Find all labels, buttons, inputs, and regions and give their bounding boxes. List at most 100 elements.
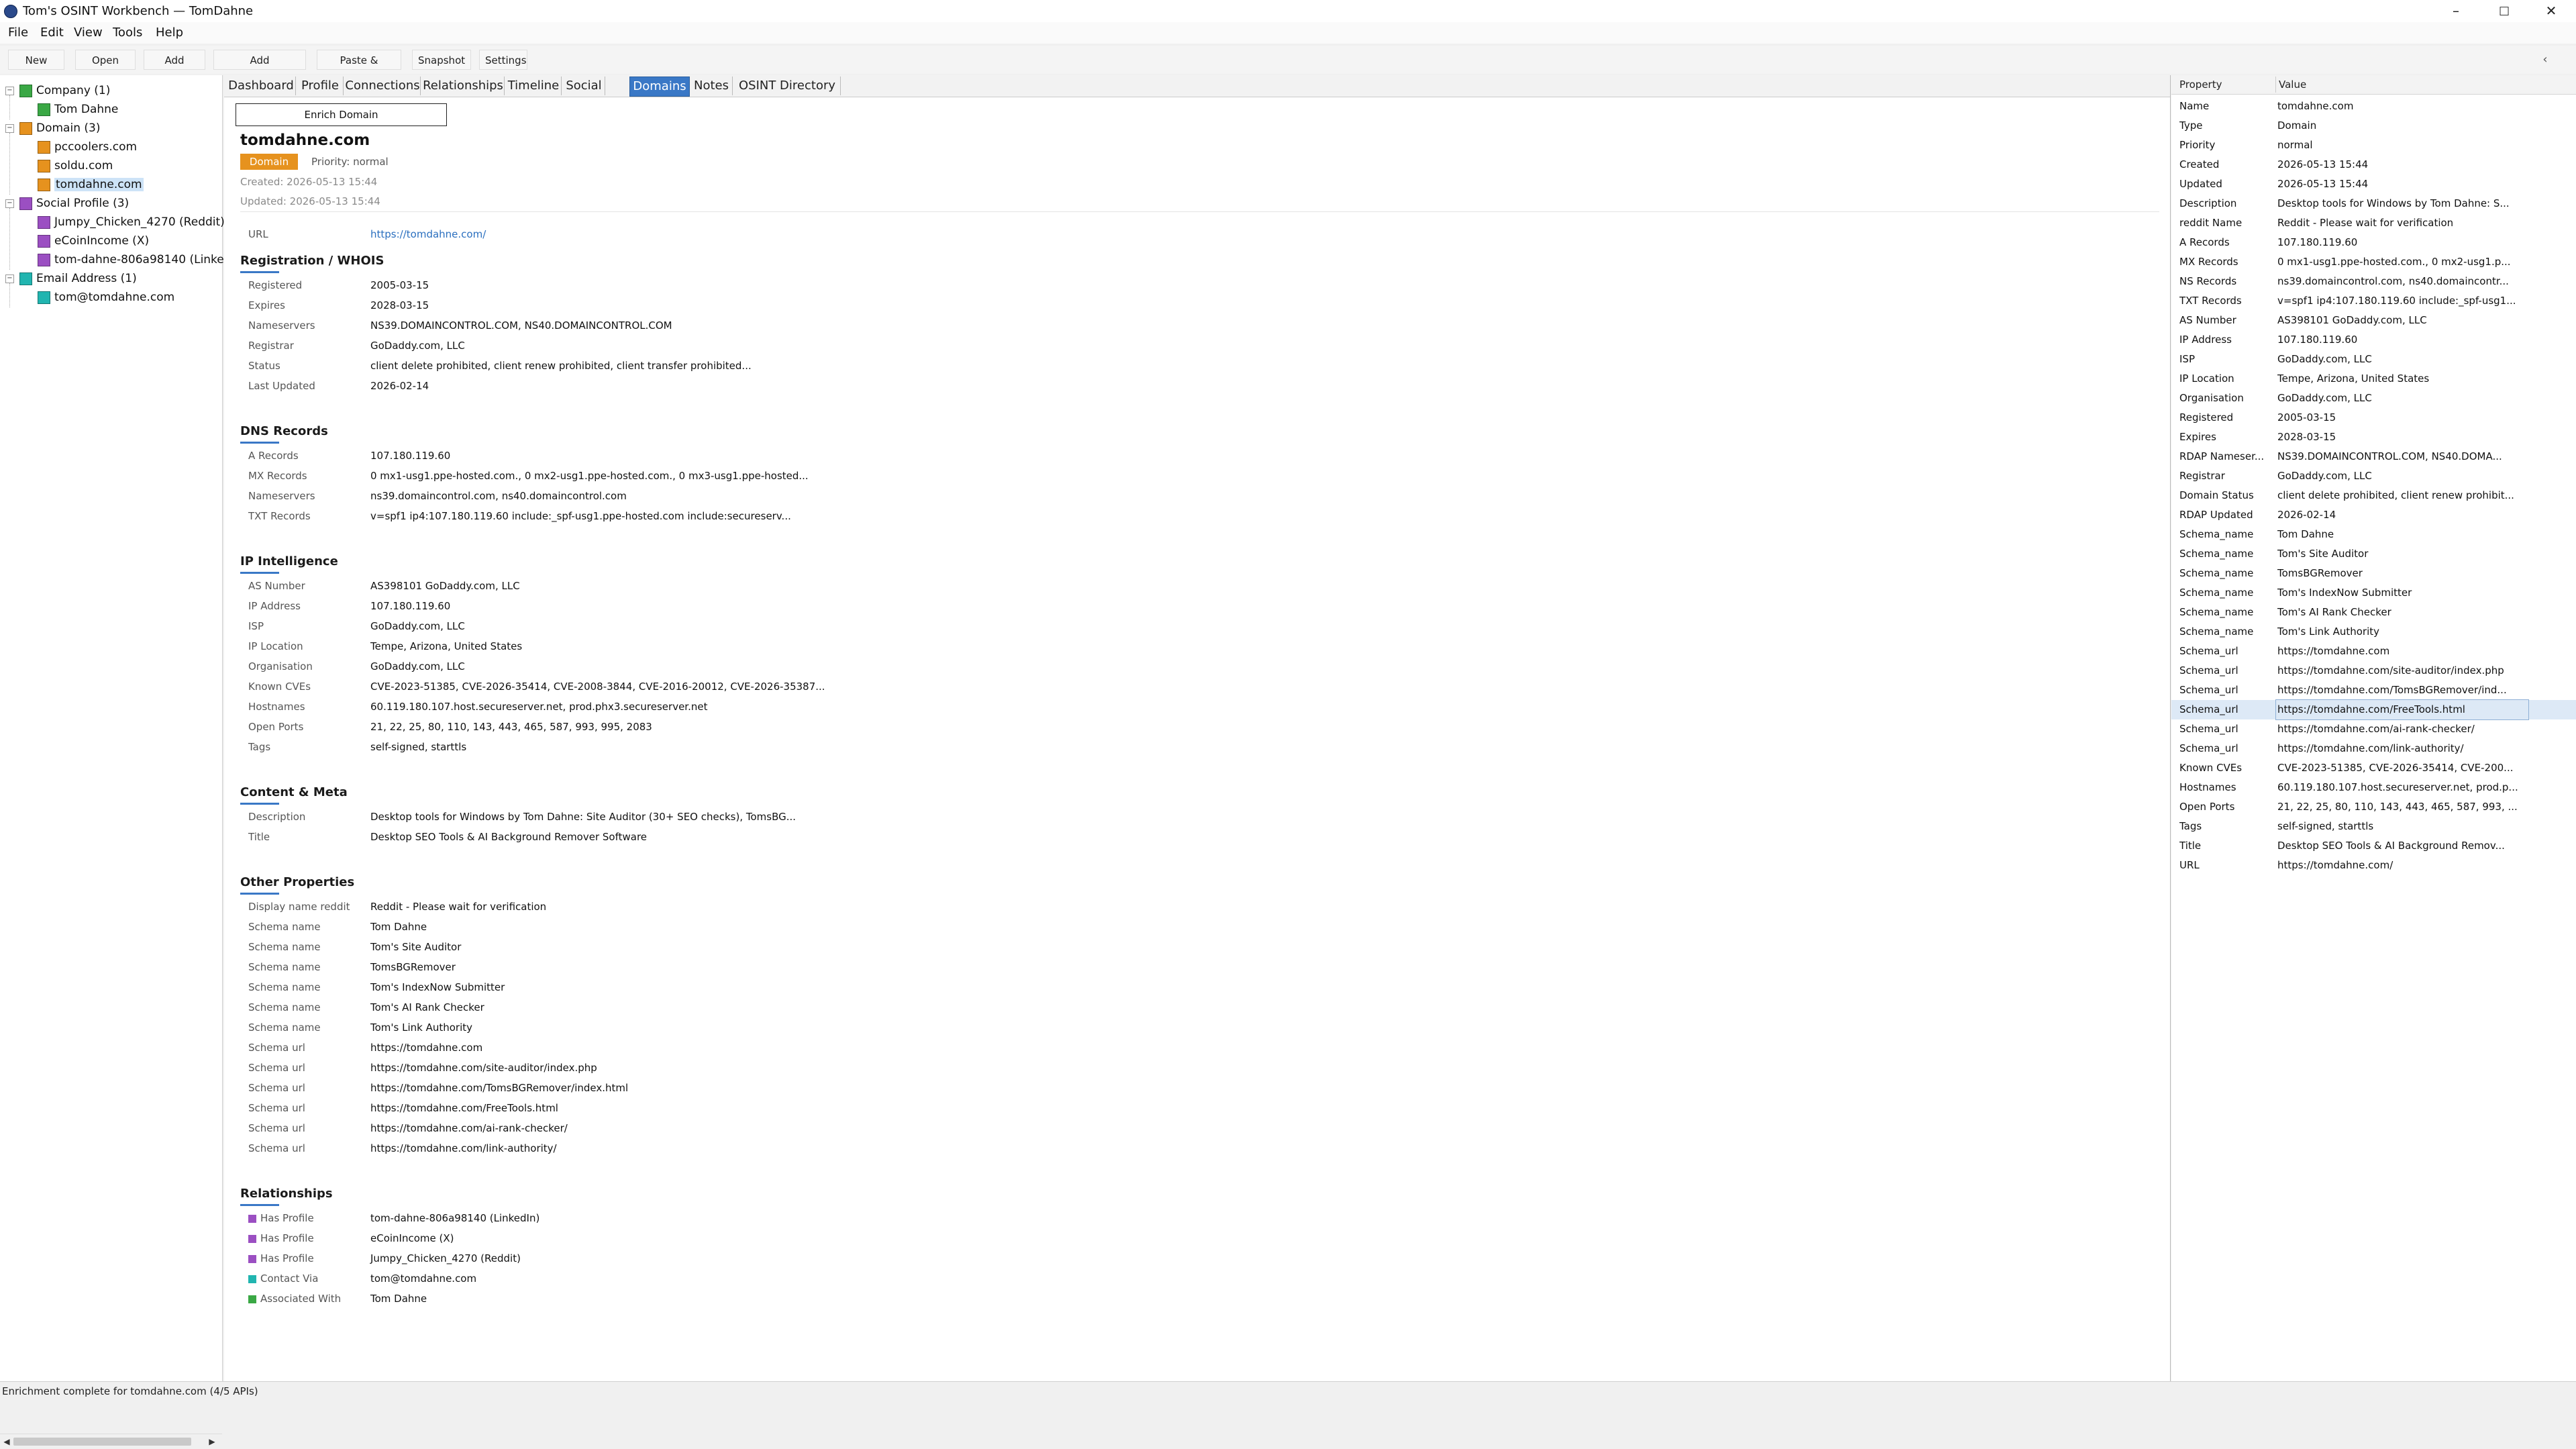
property-row[interactable]: Updated 2026-05-13 15:44 bbox=[2171, 174, 2576, 194]
tree-group-email-address-1[interactable]: Email Address (1) bbox=[19, 270, 137, 287]
property-value[interactable]: tomdahne.com bbox=[2277, 97, 2573, 116]
property-row[interactable]: IP Location Tempe, Arizona, United States bbox=[2171, 369, 2576, 389]
scroll-left-arrow[interactable]: ◀ bbox=[0, 1434, 13, 1449]
relationship-target[interactable]: Jumpy_Chicken_4270 (Reddit) bbox=[370, 1252, 521, 1264]
tab-dashboard[interactable]: Dashboard bbox=[227, 77, 296, 95]
property-value[interactable]: ns39.domaincontrol.com, ns40.domaincontr… bbox=[2277, 272, 2573, 291]
property-value[interactable]: https://tomdahne.com/ bbox=[2277, 856, 2573, 875]
property-row[interactable]: Name tomdahne.com bbox=[2171, 97, 2576, 116]
paste-extract-button[interactable]: Paste & Extract bbox=[317, 50, 401, 87]
property-row[interactable]: Schema_url https://tomdahne.com/link-auth… bbox=[2171, 739, 2576, 758]
tab-connections[interactable]: Connections bbox=[345, 77, 421, 95]
property-row[interactable]: TXT Records v=spf1 ip4:107.180.119.60 inc… bbox=[2171, 291, 2576, 311]
property-value[interactable]: 2026-05-13 15:44 bbox=[2277, 174, 2573, 194]
property-value[interactable]: Reddit - Please wait for verification bbox=[2277, 213, 2573, 233]
collapse-panel-button[interactable]: ‹ bbox=[2534, 50, 2557, 70]
tab-domains[interactable]: Domains bbox=[629, 77, 690, 97]
relationship-target[interactable]: tom@tomdahne.com bbox=[370, 1272, 476, 1285]
menu-tools[interactable]: Tools bbox=[113, 26, 142, 40]
property-row[interactable]: RDAP Nameser... NS39.DOMAINCONTROL.COM, N… bbox=[2171, 447, 2576, 466]
tree-item[interactable]: tomdahne.com bbox=[38, 176, 144, 193]
property-value[interactable]: NS39.DOMAINCONTROL.COM, NS40.DOMA... bbox=[2277, 447, 2573, 466]
tree-item[interactable]: tom@tomdahne.com bbox=[38, 289, 174, 306]
relationship-target[interactable]: Tom Dahne bbox=[370, 1293, 427, 1305]
property-value[interactable]: 2026-02-14 bbox=[2277, 505, 2573, 525]
property-value[interactable]: 107.180.119.60 bbox=[2277, 330, 2573, 350]
property-row[interactable]: Tags self-signed, starttls bbox=[2171, 817, 2576, 836]
tree-item[interactable]: eCoinIncome (X) bbox=[38, 232, 149, 250]
property-row[interactable]: Registered 2005-03-15 bbox=[2171, 408, 2576, 428]
property-row[interactable]: Schema_name Tom's Site Auditor bbox=[2171, 544, 2576, 564]
property-row[interactable]: Priority normal bbox=[2171, 136, 2576, 155]
tab-notes[interactable]: Notes bbox=[690, 77, 733, 95]
property-value[interactable]: TomsBGRemover bbox=[2277, 564, 2573, 583]
menu-help[interactable]: Help bbox=[156, 26, 183, 40]
property-row[interactable]: Open Ports 21, 22, 25, 80, 110, 143, 443,… bbox=[2171, 797, 2576, 817]
settings-button[interactable]: Settings bbox=[479, 50, 527, 70]
add-relationship-button[interactable]: Add Relationship bbox=[213, 50, 306, 87]
property-row[interactable]: NS Records ns39.domaincontrol.com, ns40.d… bbox=[2171, 272, 2576, 291]
property-row[interactable]: Schema_name Tom's AI Rank Checker bbox=[2171, 603, 2576, 622]
property-row[interactable]: reddit Name Reddit - Please wait for veri… bbox=[2171, 213, 2576, 233]
property-row[interactable]: MX Records 0 mx1-usg1.ppe-hosted.com., 0 … bbox=[2171, 252, 2576, 272]
property-row[interactable]: Created 2026-05-13 15:44 bbox=[2171, 155, 2576, 174]
tree-group-domain-3[interactable]: Domain (3) bbox=[19, 119, 100, 137]
tab-profile[interactable]: Profile bbox=[297, 77, 344, 95]
property-value[interactable]: 0 mx1-usg1.ppe-hosted.com., 0 mx2-usg1.p… bbox=[2277, 252, 2573, 272]
property-row[interactable]: Schema_name Tom Dahne bbox=[2171, 525, 2576, 544]
tree-group-social-profile-3[interactable]: Social Profile (3) bbox=[19, 195, 129, 212]
property-row[interactable]: Schema_name Tom's Link Authority bbox=[2171, 622, 2576, 642]
property-row[interactable]: Registrar GoDaddy.com, LLC bbox=[2171, 466, 2576, 486]
property-value[interactable]: client delete prohibited, client renew p… bbox=[2277, 486, 2573, 505]
relationship-target[interactable]: eCoinIncome (X) bbox=[370, 1232, 454, 1244]
property-column-header[interactable]: Property bbox=[2179, 75, 2222, 94]
property-value[interactable]: Tom's AI Rank Checker bbox=[2277, 603, 2573, 622]
property-value[interactable]: 60.119.180.107.host.secureserver.net, pr… bbox=[2277, 778, 2573, 797]
property-row[interactable]: AS Number AS398101 GoDaddy.com, LLC bbox=[2171, 311, 2576, 330]
property-row[interactable]: URL https://tomdahne.com/ bbox=[2171, 856, 2576, 875]
tab-relationships[interactable]: Relationships bbox=[422, 77, 505, 95]
tab-social[interactable]: Social bbox=[563, 77, 605, 95]
property-row[interactable]: IP Address 107.180.119.60 bbox=[2171, 330, 2576, 350]
property-row[interactable]: A Records 107.180.119.60 bbox=[2171, 233, 2576, 252]
property-value[interactable]: GoDaddy.com, LLC bbox=[2277, 389, 2573, 408]
expand-toggle[interactable]: − bbox=[5, 124, 14, 133]
value-column-header[interactable]: Value bbox=[2279, 75, 2306, 94]
expand-toggle[interactable]: − bbox=[5, 199, 14, 208]
property-value[interactable]: normal bbox=[2277, 136, 2573, 155]
menu-view[interactable]: View bbox=[74, 26, 103, 40]
property-value[interactable]: https://tomdahne.com/site-auditor/index.… bbox=[2277, 661, 2573, 681]
property-row[interactable]: Schema_url https://tomdahne.com/FreeTools… bbox=[2171, 699, 2576, 720]
tree-horizontal-scrollbar[interactable]: ◀ ▶ bbox=[0, 1434, 222, 1449]
property-value[interactable]: Tom's Link Authority bbox=[2277, 622, 2573, 642]
property-row[interactable]: Hostnames 60.119.180.107.host.secureserve… bbox=[2171, 778, 2576, 797]
property-row[interactable]: Title Desktop SEO Tools & AI Background R… bbox=[2171, 836, 2576, 856]
enrich-domain-button[interactable]: Enrich Domain bbox=[236, 103, 447, 126]
property-row[interactable]: Schema_url https://tomdahne.com/TomsBGRem… bbox=[2171, 681, 2576, 700]
property-value[interactable]: Desktop tools for Windows by Tom Dahne: … bbox=[2277, 194, 2573, 213]
property-value[interactable]: https://tomdahne.com/TomsBGRemover/ind..… bbox=[2277, 681, 2573, 700]
tree-item[interactable]: tom-dahne-806a98140 (Linked bbox=[38, 251, 231, 268]
property-value[interactable]: Tom's IndexNow Submitter bbox=[2277, 583, 2573, 603]
property-value[interactable]: https://tomdahne.com bbox=[2277, 642, 2573, 661]
property-value[interactable]: GoDaddy.com, LLC bbox=[2277, 350, 2573, 369]
tree-item[interactable]: Jumpy_Chicken_4270 (Reddit) bbox=[38, 213, 225, 231]
property-value[interactable]: Tom's Site Auditor bbox=[2277, 544, 2573, 564]
tab-osint-directory[interactable]: OSINT Directory bbox=[734, 77, 841, 95]
tree-item[interactable]: pccoolers.com bbox=[38, 138, 137, 156]
property-row[interactable]: Domain Status client delete prohibited, c… bbox=[2171, 486, 2576, 505]
new-case-button[interactable]: New Case bbox=[8, 50, 64, 87]
column-separator[interactable] bbox=[2275, 77, 2276, 93]
property-value[interactable]: GoDaddy.com, LLC bbox=[2277, 466, 2573, 486]
property-row[interactable]: Description Desktop tools for Windows by … bbox=[2171, 194, 2576, 213]
property-value[interactable]: https://tomdahne.com/FreeTools.html bbox=[2275, 699, 2529, 720]
property-row[interactable]: Expires 2028-03-15 bbox=[2171, 428, 2576, 447]
tree-item[interactable]: Tom Dahne bbox=[38, 101, 118, 118]
property-value[interactable]: 2026-05-13 15:44 bbox=[2277, 155, 2573, 174]
property-row[interactable]: Schema_url https://tomdahne.com/ai-rank-c… bbox=[2171, 719, 2576, 739]
property-value[interactable]: Domain bbox=[2277, 116, 2573, 136]
property-row[interactable]: Schema_url https://tomdahne.com bbox=[2171, 642, 2576, 661]
property-value[interactable]: 107.180.119.60 bbox=[2277, 233, 2573, 252]
property-value[interactable]: https://tomdahne.com/link-authority/ bbox=[2277, 739, 2573, 758]
property-value[interactable]: self-signed, starttls bbox=[2277, 817, 2573, 836]
